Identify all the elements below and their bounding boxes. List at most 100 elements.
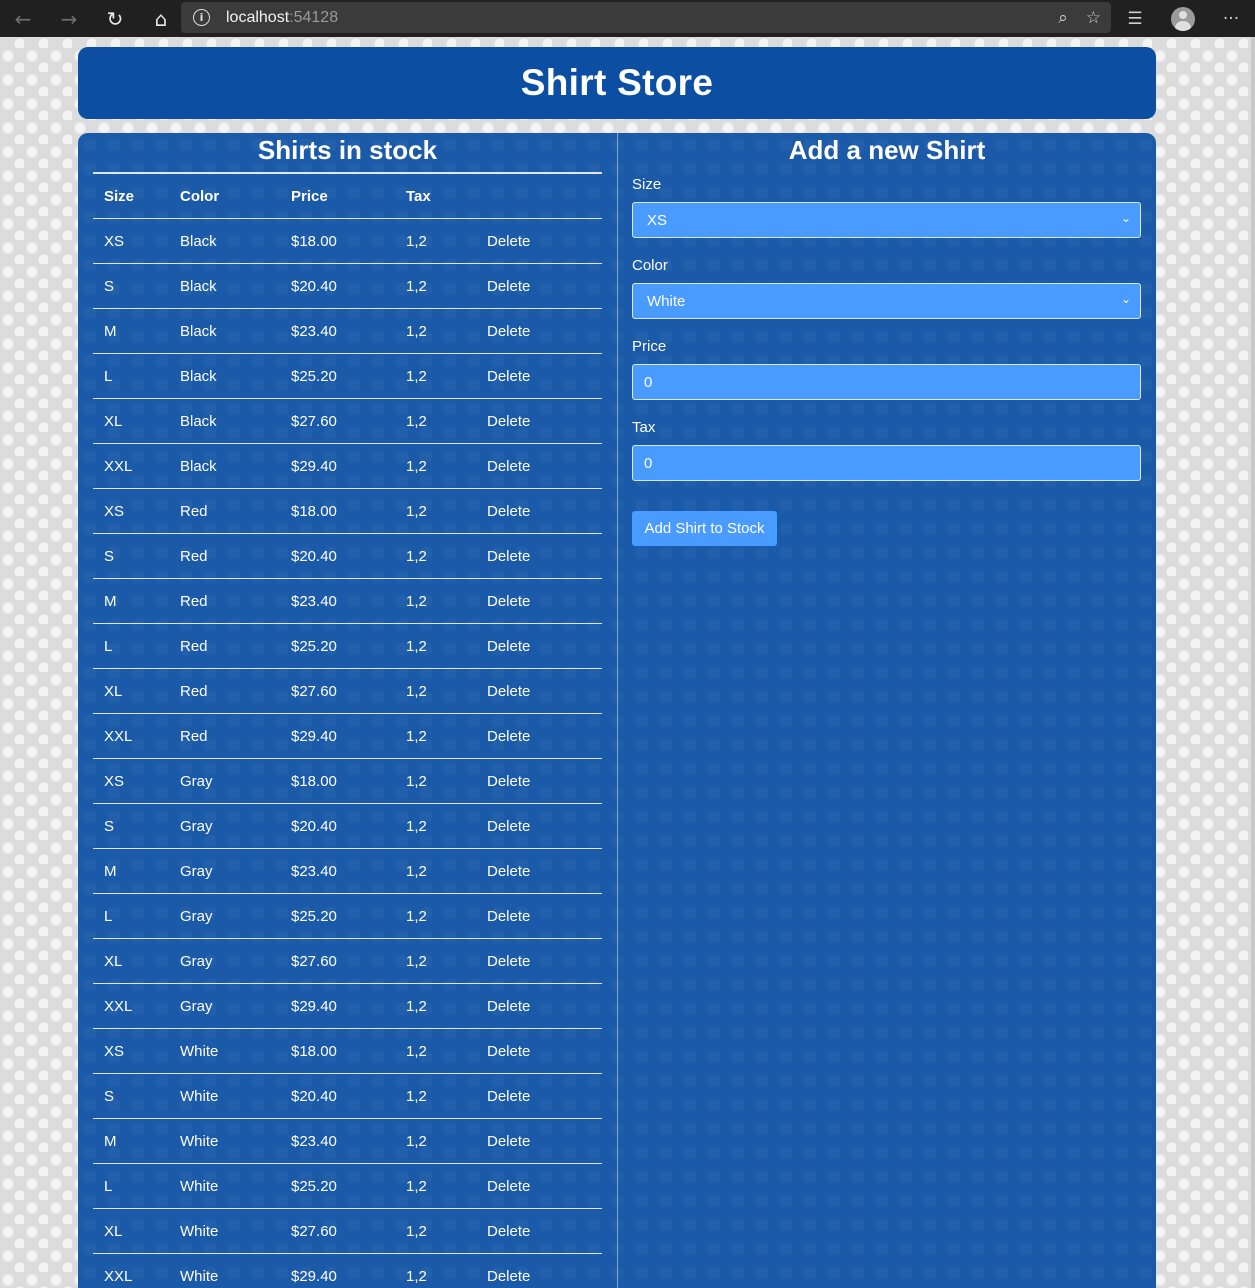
cell-size: L: [104, 907, 113, 925]
delete-button[interactable]: Delete: [487, 323, 602, 340]
price-input[interactable]: 0: [632, 364, 1141, 400]
stock-table: Size Color Price Tax XS Black $18.00 1,2 Del…: [93, 172, 602, 1288]
table-row: L Gray $25.20 1,2 Delete: [93, 894, 602, 939]
cell-tax: 1,2: [406, 1132, 427, 1150]
form-title: Add a new Shirt: [788, 135, 986, 165]
delete-button[interactable]: Delete: [487, 638, 602, 655]
cell-color: Red: [180, 682, 208, 700]
delete-button[interactable]: Delete: [487, 1178, 602, 1195]
cell-size: XXL: [104, 727, 133, 745]
cell-size: M: [104, 1132, 117, 1150]
add-shirt-button[interactable]: Add Shirt to Stock: [632, 511, 777, 546]
address-bar[interactable]: i localhost:54128 ⌕ ☆: [181, 2, 1111, 33]
cell-tax: 1,2: [406, 817, 427, 835]
cell-size: XXL: [104, 1267, 133, 1285]
cell-price: $29.40: [291, 727, 337, 745]
delete-button[interactable]: Delete: [487, 548, 602, 565]
cell-color: Gray: [180, 997, 213, 1015]
delete-button[interactable]: Delete: [487, 1088, 602, 1105]
cell-tax: 1,2: [406, 727, 427, 745]
store-header: Shirt Store: [78, 47, 1156, 119]
more-icon[interactable]: ···: [1207, 9, 1255, 29]
home-icon[interactable]: ⌂: [138, 0, 184, 37]
page-title: Shirt Store: [520, 62, 714, 103]
cell-tax: 1,2: [406, 232, 427, 250]
cell-tax: 1,2: [406, 952, 427, 970]
cell-size: L: [104, 1177, 113, 1195]
cell-tax: 1,2: [406, 322, 427, 340]
col-header-price: Price: [291, 187, 328, 205]
cell-size: M: [104, 322, 117, 340]
table-row: XXL Gray $29.40 1,2 Delete: [93, 984, 602, 1029]
back-arrow-icon[interactable]: ←: [0, 0, 46, 37]
cell-price: $27.60: [291, 682, 337, 700]
delete-button[interactable]: Delete: [487, 908, 602, 925]
tax-input[interactable]: 0: [632, 445, 1141, 481]
cell-price: $29.40: [291, 1267, 337, 1285]
delete-button[interactable]: Delete: [487, 368, 602, 385]
cell-price: $23.40: [291, 592, 337, 610]
price-input-value: 0: [644, 373, 653, 391]
stock-title: Shirts in stock: [257, 135, 438, 165]
delete-button[interactable]: Delete: [487, 773, 602, 790]
delete-button[interactable]: Delete: [487, 818, 602, 835]
cell-color: Red: [180, 592, 208, 610]
cell-tax: 1,2: [406, 547, 427, 565]
color-label: Color: [632, 257, 668, 274]
col-header-tax: Tax: [406, 187, 431, 205]
favorites-list-icon[interactable]: ☰: [1111, 9, 1159, 29]
zoom-icon[interactable]: ⌕: [1058, 8, 1068, 28]
table-body: XS Black $18.00 1,2 Delete S Black $20.40 1,2 Del…: [93, 219, 602, 1288]
delete-button[interactable]: Delete: [487, 413, 602, 430]
color-select[interactable]: White ⌄: [632, 283, 1141, 319]
size-select-value: XS: [647, 211, 668, 229]
delete-button[interactable]: Delete: [487, 683, 602, 700]
delete-button[interactable]: Delete: [487, 1223, 602, 1240]
cell-size: S: [104, 817, 115, 835]
cell-color: Black: [180, 367, 217, 385]
cell-color: Black: [180, 322, 217, 340]
page-scrollbar[interactable]: [1251, 37, 1255, 1288]
delete-button[interactable]: Delete: [487, 998, 602, 1015]
cell-tax: 1,2: [406, 772, 427, 790]
cell-color: Gray: [180, 817, 213, 835]
table-row: XL Gray $27.60 1,2 Delete: [93, 939, 602, 984]
delete-button[interactable]: Delete: [487, 278, 602, 295]
cell-color: Black: [180, 457, 217, 475]
delete-button[interactable]: Delete: [487, 1268, 602, 1285]
delete-button[interactable]: Delete: [487, 503, 602, 520]
cell-price: $23.40: [291, 322, 337, 340]
cell-color: White: [180, 1087, 219, 1105]
delete-button[interactable]: Delete: [487, 1043, 602, 1060]
profile-avatar-icon[interactable]: [1171, 6, 1195, 31]
cell-color: White: [180, 1177, 219, 1195]
cell-size: XL: [104, 952, 123, 970]
cell-price: $18.00: [291, 232, 337, 250]
cell-price: $25.20: [291, 907, 337, 925]
cell-price: $20.40: [291, 1087, 337, 1105]
delete-button[interactable]: Delete: [487, 458, 602, 475]
refresh-icon[interactable]: ↻: [92, 0, 138, 37]
delete-button[interactable]: Delete: [487, 233, 602, 250]
table-row: XL Black $27.60 1,2 Delete: [93, 399, 602, 444]
table-header-row: Size Color Price Tax: [93, 174, 602, 219]
table-row: S Black $20.40 1,2 Delete: [93, 264, 602, 309]
info-icon[interactable]: i: [193, 9, 210, 26]
size-select[interactable]: XS ⌄: [632, 202, 1141, 238]
cell-size: XL: [104, 1222, 123, 1240]
cell-color: White: [180, 1132, 219, 1150]
delete-button[interactable]: Delete: [487, 728, 602, 745]
cell-price: $27.60: [291, 1222, 337, 1240]
cell-size: XS: [104, 772, 125, 790]
delete-button[interactable]: Delete: [487, 863, 602, 880]
cell-size: XXL: [104, 457, 133, 475]
delete-button[interactable]: Delete: [487, 1133, 602, 1150]
table-row: XXL Red $29.40 1,2 Delete: [93, 714, 602, 759]
delete-button[interactable]: Delete: [487, 593, 602, 610]
chevron-down-icon: ⌄: [1120, 211, 1131, 225]
delete-button[interactable]: Delete: [487, 953, 602, 970]
cell-color: Black: [180, 232, 217, 250]
favorite-star-icon[interactable]: ☆: [1086, 8, 1101, 28]
forward-arrow-icon[interactable]: →: [46, 0, 92, 37]
cell-color: Black: [180, 277, 217, 295]
